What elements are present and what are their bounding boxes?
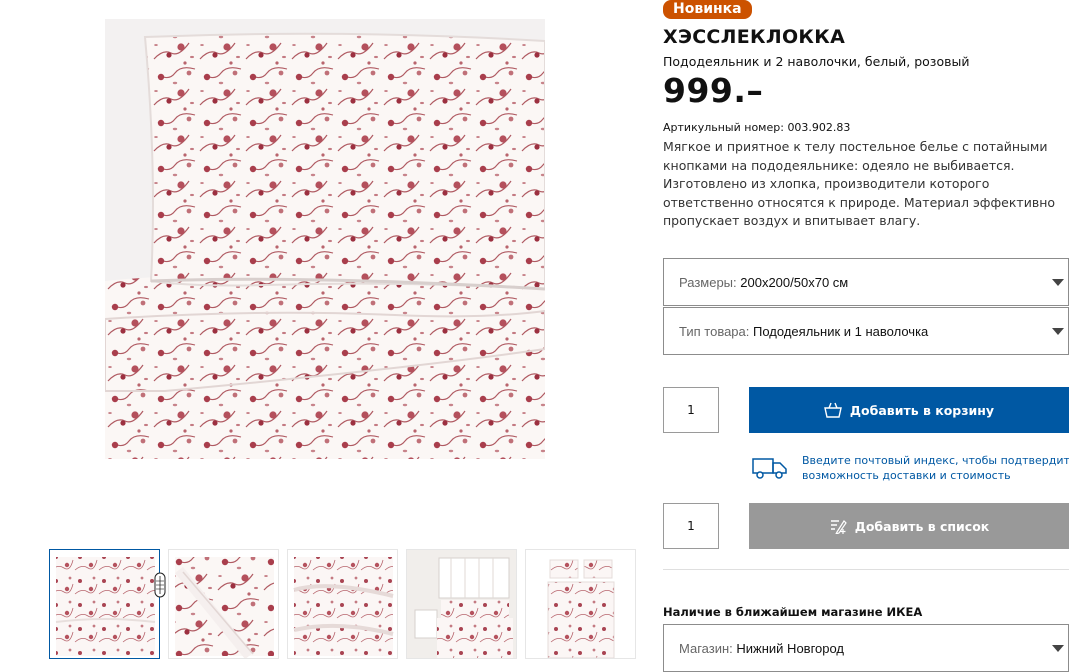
list-add-icon [830, 520, 847, 534]
product-description: Мягкое и приятное к телу постельное бель… [663, 139, 1056, 228]
product-type-select-text: Тип товара: Пододеяльник и 1 наволочка [679, 324, 928, 339]
stock-heading: Наличие в ближайшем магазине ИКЕА [663, 605, 923, 619]
thumbnail-1[interactable] [49, 549, 160, 659]
product-type-select-value: Пододеяльник и 1 наволочка [753, 324, 929, 339]
add-to-list-button[interactable]: Добавить в список [749, 503, 1069, 549]
caret-down-icon [1052, 279, 1064, 286]
truck-icon [752, 458, 787, 479]
add-to-cart-button[interactable]: Добавить в корзину [749, 387, 1069, 433]
store-select[interactable]: Магазин: Нижний Новгород [663, 624, 1069, 672]
size-select-text: Размеры: 200x200/50x70 см [679, 275, 848, 290]
product-main-image[interactable] [105, 19, 545, 459]
size-select-value: 200x200/50x70 см [740, 275, 849, 290]
thumbnail-3[interactable] [287, 549, 398, 659]
add-to-cart-label: Добавить в корзину [849, 402, 995, 418]
delivery-info[interactable]: Введите почтовый индекс, чтобы подтверди… [752, 452, 1069, 486]
thumbnail-2[interactable] [168, 549, 279, 659]
caret-down-icon [1052, 328, 1064, 335]
article-number-label: Артикульный номер: [663, 121, 784, 134]
delivery-link[interactable]: Введите почтовый индекс, чтобы подтверди… [802, 454, 1069, 483]
size-select[interactable]: Размеры: 200x200/50x70 см [663, 258, 1069, 306]
size-select-label: Размеры: [679, 275, 737, 290]
delivery-text-line-2: возможность доставки и стоимость [802, 468, 1011, 482]
delivery-text-line-1: Введите почтовый индекс, чтобы подтверди… [802, 454, 1069, 467]
list-quantity-input[interactable]: 1 [663, 503, 719, 549]
article-number-value: 003.902.83 [787, 121, 851, 134]
product-title: ХЭССЛЕКЛОККА [663, 26, 846, 48]
product-type-select[interactable]: Тип товара: Пододеяльник и 1 наволочка [663, 307, 1069, 355]
product-price: 999.– [663, 71, 764, 110]
thumbnail-4[interactable] [406, 549, 517, 659]
article-number: Артикульный номер: 003.902.83 [663, 121, 850, 134]
product-type-select-label: Тип товара: [679, 324, 750, 339]
new-badge: Новинка [663, 0, 752, 19]
cart-quantity-input[interactable]: 1 [663, 387, 719, 433]
thumbnail-5[interactable] [525, 549, 636, 659]
add-to-list-label: Добавить в список [854, 518, 990, 534]
bag-icon [824, 402, 842, 418]
section-divider [663, 569, 1069, 570]
product-subtitle: Пододеяльник и 2 наволочки, белый, розов… [663, 54, 970, 69]
